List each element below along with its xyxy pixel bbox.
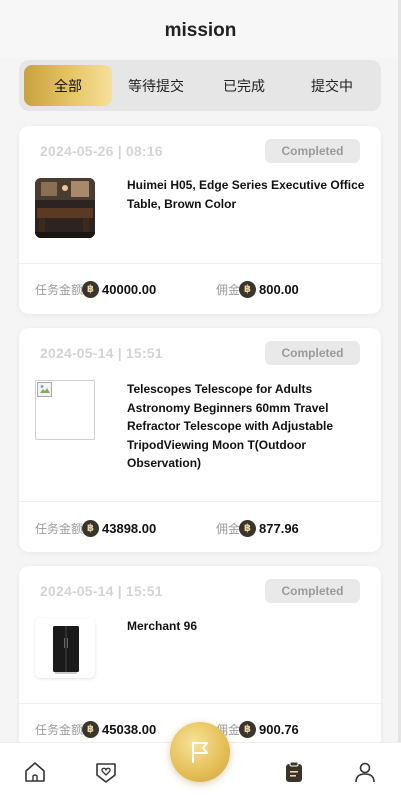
commission: 佣金 ฿ 900.76 bbox=[216, 717, 299, 741]
card-divider bbox=[19, 703, 381, 704]
coin-icon: ฿ bbox=[239, 280, 257, 298]
commission-value: 900.76 bbox=[259, 721, 299, 737]
commission: 佣金 ฿ 800.00 bbox=[216, 277, 299, 301]
task-amount: 任务金额 ฿ 43898.00 bbox=[35, 516, 156, 540]
amount-value: 43898.00 bbox=[102, 520, 157, 536]
product-name: Telescopes Telescope for Adults Astronom… bbox=[127, 382, 334, 470]
coin-icon: ฿ bbox=[82, 280, 100, 298]
status-badge: Completed bbox=[265, 139, 360, 163]
nav-orders[interactable] bbox=[281, 759, 307, 785]
nav-profile[interactable] bbox=[352, 759, 378, 785]
product-image bbox=[35, 380, 95, 440]
amount-value: 45038.00 bbox=[102, 721, 157, 737]
user-icon bbox=[355, 762, 375, 783]
product-name: Huimei H05, Edge Series Executive Office… bbox=[127, 178, 365, 211]
commission-label: 佣金 bbox=[216, 521, 241, 536]
commission-value: 877.96 bbox=[259, 520, 299, 536]
broken-image-icon bbox=[37, 382, 52, 397]
commission: 佣金 ฿ 877.96 bbox=[216, 516, 299, 540]
task-amount: 任务金额 ฿ 40000.00 bbox=[35, 277, 156, 301]
home-icon bbox=[25, 762, 45, 782]
card-divider bbox=[19, 263, 381, 264]
nav-service[interactable] bbox=[93, 759, 119, 785]
flag-icon bbox=[192, 742, 208, 763]
tab-submitting[interactable]: 提交中 bbox=[288, 65, 376, 106]
order-date: 2024-05-14 | 15:51 bbox=[40, 345, 163, 361]
order-date: 2024-05-14 | 15:51 bbox=[40, 583, 163, 599]
commission-value: 800.00 bbox=[259, 281, 299, 297]
tab-pending[interactable]: 等待提交 bbox=[112, 65, 200, 106]
product-image bbox=[35, 618, 95, 678]
amount-label: 任务金额 bbox=[35, 282, 84, 297]
order-card[interactable]: 2024-05-14 | 15:51 Completed Telescopes … bbox=[19, 328, 381, 552]
status-tabs: 全部 等待提交 已完成 提交中 bbox=[19, 60, 381, 111]
order-date: 2024-05-26 | 08:16 bbox=[40, 143, 163, 159]
tab-all[interactable]: 全部 bbox=[24, 65, 112, 106]
product-image bbox=[35, 178, 95, 238]
coin-icon: ฿ bbox=[82, 720, 100, 738]
amount-value: 40000.00 bbox=[102, 281, 157, 297]
status-badge: Completed bbox=[265, 341, 360, 365]
top-bar: mission bbox=[0, 0, 401, 58]
coin-icon: ฿ bbox=[82, 519, 100, 537]
shield-heart-icon bbox=[96, 763, 116, 783]
tab-completed[interactable]: 已完成 bbox=[200, 65, 288, 106]
nav-home[interactable] bbox=[22, 759, 48, 785]
coin-icon: ฿ bbox=[239, 720, 257, 738]
status-badge: Completed bbox=[265, 579, 360, 603]
card-divider bbox=[19, 501, 381, 502]
amount-label: 任务金额 bbox=[35, 722, 84, 737]
center-task-button[interactable] bbox=[170, 722, 230, 782]
commission-label: 佣金 bbox=[216, 282, 241, 297]
product-name: Merchant 96 bbox=[127, 619, 198, 633]
clipboard-icon bbox=[286, 761, 302, 782]
task-amount: 任务金额 ฿ 45038.00 bbox=[35, 717, 156, 741]
coin-icon: ฿ bbox=[239, 519, 257, 537]
amount-label: 任务金额 bbox=[35, 521, 84, 536]
order-card[interactable]: 2024-05-26 | 08:16 Completed Huimei H05,… bbox=[19, 126, 381, 314]
page-title: mission bbox=[164, 20, 237, 41]
